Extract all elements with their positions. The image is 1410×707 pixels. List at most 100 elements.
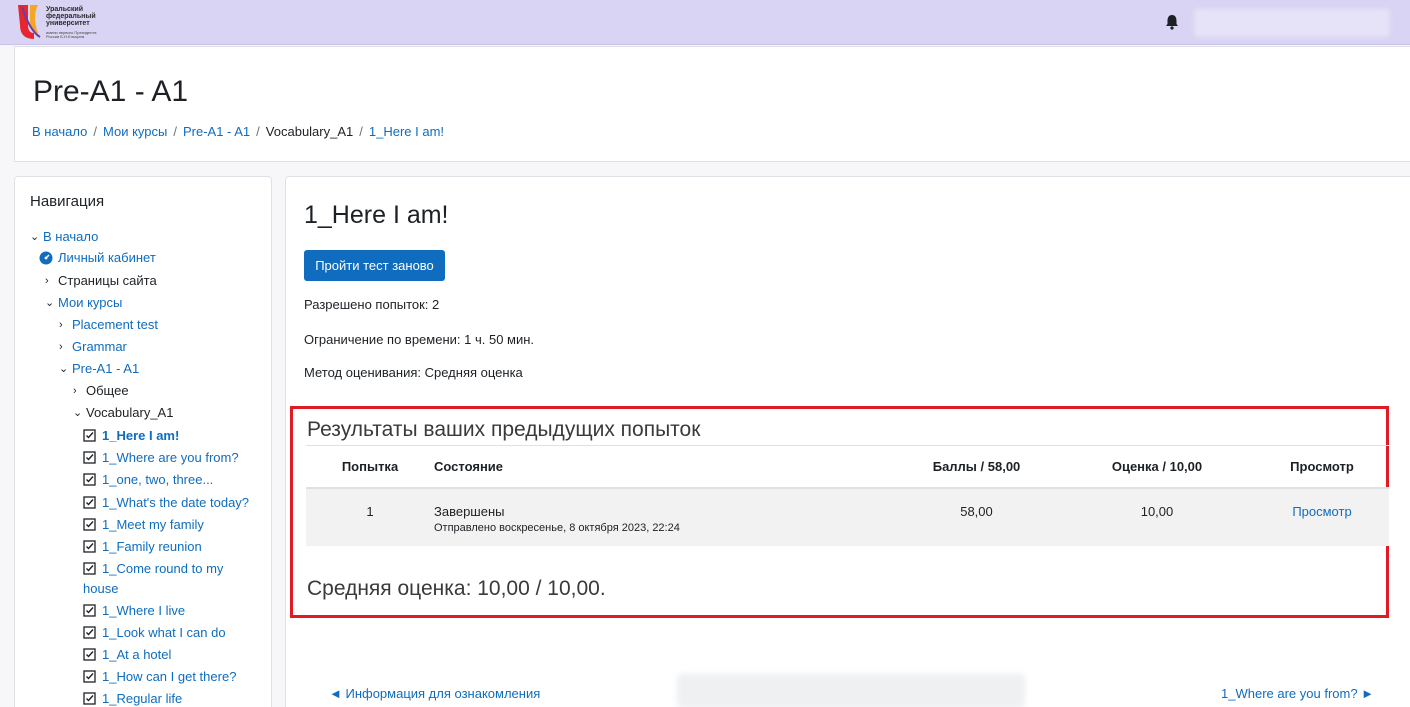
breadcrumb-home[interactable]: В начало — [32, 124, 87, 139]
review-cell: Просмотр — [1255, 487, 1389, 546]
jump-to-select-blurred[interactable] — [677, 674, 1025, 707]
checkbox-icon — [83, 540, 96, 553]
nav-link[interactable]: 1_Family reunion — [102, 539, 202, 554]
nav-item-where-i-live[interactable]: 1_Where I live — [83, 603, 185, 618]
submitted-date: Отправлено воскресенье, 8 октября 2023, … — [434, 521, 680, 534]
nav-item-look-what-i-can-do[interactable]: 1_Look what I can do — [83, 625, 226, 640]
attempts-table: Попытка Состояние Баллы / 58,00 Оценка /… — [306, 445, 1389, 546]
nav-item-placement-test[interactable]: › Placement test — [59, 317, 158, 332]
nav-item-vocabulary[interactable]: ⌄ Vocabulary_A1 — [73, 405, 173, 420]
nav-link[interactable]: 1_What's the date today? — [102, 495, 249, 510]
nav-link[interactable]: Placement test — [72, 317, 158, 332]
nav-link[interactable]: 1_Look what I can do — [102, 625, 226, 640]
table-header-row: Попытка Состояние Баллы / 58,00 Оценка /… — [306, 445, 1389, 489]
nav-link[interactable]: 1_Regular life — [102, 691, 182, 706]
nav-label: Страницы сайта — [58, 273, 157, 288]
nav-link[interactable]: 1_Meet my family — [102, 517, 204, 532]
nav-item-family-reunion[interactable]: 1_Family reunion — [83, 539, 202, 554]
col-marks: Баллы / 58,00 — [894, 445, 1059, 489]
checkbox-icon — [83, 562, 96, 575]
chevron-down-icon: ⌄ — [59, 363, 69, 375]
nav-item-general[interactable]: › Общее — [73, 383, 129, 398]
checkbox-icon — [83, 518, 96, 531]
col-review: Просмотр — [1255, 445, 1389, 489]
checkbox-icon — [83, 604, 96, 617]
nav-item-pre-a1[interactable]: ⌄ Pre-A1 - A1 — [59, 361, 139, 376]
page-title: Pre-A1 - A1 — [33, 75, 189, 108]
nav-link[interactable]: 1_Where are you from? — [102, 450, 239, 465]
nav-item-my-courses[interactable]: ⌄ Мои курсы — [45, 295, 122, 310]
average-grade: Средняя оценка: 10,00 / 10,00. — [307, 577, 606, 600]
chevron-down-icon: ⌄ — [30, 231, 40, 243]
checkbox-icon — [83, 496, 96, 509]
nav-link[interactable]: 1_Come round to my house — [83, 561, 223, 596]
nav-item-dashboard[interactable]: Личный кабинет — [39, 250, 156, 265]
chevron-right-icon: › — [45, 274, 49, 287]
nav-item-one-two-three[interactable]: 1_one, two, three... — [83, 472, 213, 487]
attempt-marks: 58,00 — [894, 487, 1059, 546]
nav-link[interactable]: Grammar — [72, 339, 127, 354]
nav-link[interactable]: Pre-A1 - A1 — [72, 361, 139, 376]
university-logo[interactable]: Уральский федеральный университет имени … — [16, 3, 116, 41]
nav-link[interactable]: 1_one, two, three... — [102, 472, 213, 487]
nav-link[interactable]: Мои курсы — [58, 295, 122, 310]
nav-item-meet-my-family[interactable]: 1_Meet my family — [83, 517, 204, 532]
chevron-right-icon: › — [59, 340, 63, 353]
nav-item-come-round[interactable]: 1_Come round to my house — [83, 559, 243, 599]
review-link[interactable]: Просмотр — [1292, 504, 1351, 519]
user-menu-blurred[interactable] — [1194, 9, 1390, 37]
chevron-right-icon: › — [73, 384, 77, 397]
grading-method: Метод оценивания: Средняя оценка — [304, 365, 523, 380]
checkbox-icon — [83, 670, 96, 683]
navigation-block: Навигация ⌄ В начало Личный кабинет › Стра… — [14, 176, 272, 707]
breadcrumb-activity[interactable]: 1_Here I am! — [369, 124, 444, 139]
nav-link[interactable]: 1_At a hotel — [102, 647, 171, 662]
nav-link[interactable]: В начало — [43, 229, 98, 244]
time-limit: Ограничение по времени: 1 ч. 50 мин. — [304, 332, 535, 347]
next-activity-link[interactable]: 1_Where are you from? ► — [1221, 686, 1374, 701]
nav-item-home[interactable]: ⌄ В начало — [30, 229, 98, 244]
col-state: Состояние — [434, 445, 894, 489]
checkbox-icon — [83, 626, 96, 639]
attempt-state: Завершены Отправлено воскресенье, 8 октя… — [434, 487, 894, 546]
checkbox-icon — [83, 648, 96, 661]
top-navbar: Уральский федеральный университет имени … — [0, 0, 1410, 45]
nav-link[interactable]: 1_Where I live — [102, 603, 185, 618]
breadcrumb: В начало / Мои курсы / Pre-A1 - A1/Vocabular… — [32, 124, 445, 139]
logo-subtext: имени первого Президента России Б.Н.Ельц… — [46, 30, 97, 39]
checkbox-icon — [83, 473, 96, 486]
breadcrumb-section: Vocabulary_A1 — [265, 124, 354, 139]
nav-item-grammar[interactable]: › Grammar — [59, 339, 127, 354]
prev-activity-link[interactable]: ◄ Информация для ознакомления — [329, 686, 540, 701]
results-highlight-frame: Результаты ваших предыдущих попыток Попы… — [290, 406, 1389, 618]
nav-item-how-can-i-get-there[interactable]: 1_How can I get there? — [83, 669, 236, 684]
nav-title: Навигация — [30, 193, 105, 210]
attempt-grade: 10,00 — [1059, 487, 1255, 546]
activity-title: 1_Here I am! — [304, 201, 449, 229]
retake-quiz-button[interactable]: Пройти тест заново — [304, 250, 445, 281]
nav-link[interactable]: 1_How can I get there? — [102, 669, 236, 684]
dashboard-icon — [39, 251, 53, 264]
nav-link[interactable]: 1_Here I am! — [102, 428, 179, 443]
main-content: 1_Here I am! Пройти тест заново Разрешен… — [285, 176, 1410, 707]
nav-item-at-a-hotel[interactable]: 1_At a hotel — [83, 647, 171, 662]
nav-item-regular-life[interactable]: 1_Regular life — [83, 691, 182, 706]
nav-item-site-pages[interactable]: › Страницы сайта — [45, 273, 157, 288]
checkbox-icon — [83, 451, 96, 464]
nav-item-date-today[interactable]: 1_What's the date today? — [83, 495, 249, 510]
chevron-down-icon: ⌄ — [73, 407, 83, 419]
breadcrumb-my-courses[interactable]: Мои курсы — [103, 124, 167, 139]
bell-icon[interactable] — [1163, 13, 1181, 31]
checkbox-icon — [83, 429, 96, 442]
col-grade: Оценка / 10,00 — [1059, 445, 1255, 489]
table-row: 1 Завершены Отправлено воскресенье, 8 ок… — [306, 487, 1389, 546]
nav-item-where-are-you-from[interactable]: 1_Where are you from? — [83, 450, 239, 465]
nav-link[interactable]: Личный кабинет — [58, 250, 156, 265]
breadcrumb-course[interactable]: Pre-A1 - A1 — [183, 124, 250, 139]
attempts-allowed: Разрешено попыток: 2 — [304, 297, 440, 312]
chevron-right-icon: › — [59, 318, 63, 331]
attempt-number: 1 — [306, 487, 434, 546]
nav-label: Общее — [86, 383, 129, 398]
nav-item-here-i-am[interactable]: 1_Here I am! — [83, 428, 179, 443]
state-label: Завершены — [434, 503, 505, 519]
